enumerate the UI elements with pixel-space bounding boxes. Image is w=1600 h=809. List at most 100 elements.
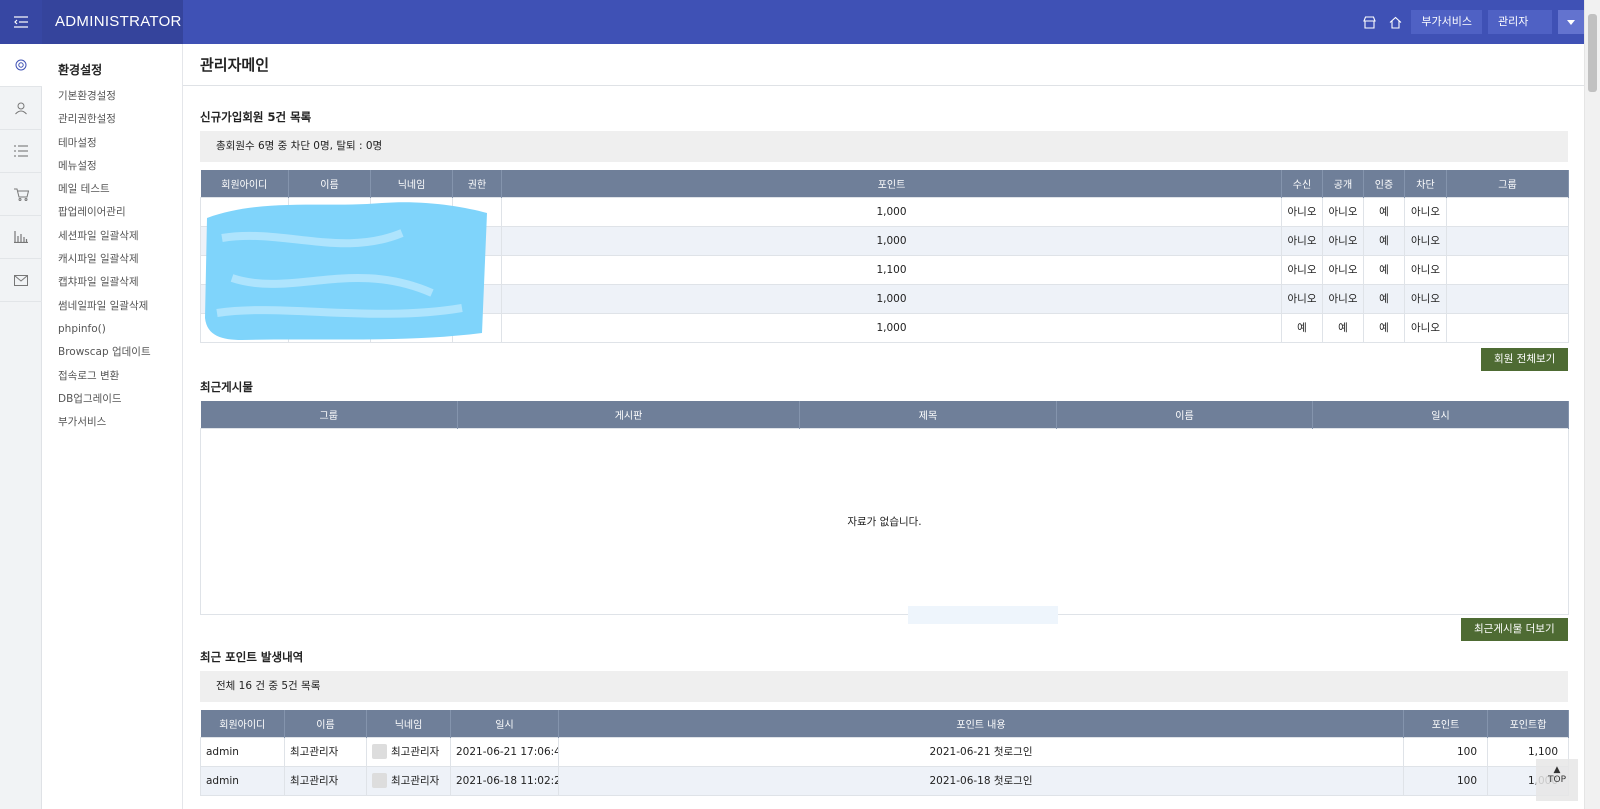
name-cell: 최고관리자 [284, 736, 367, 767]
avatar [372, 773, 387, 789]
column-header[interactable]: 닉네임 [370, 170, 453, 197]
table-cell: 예 [1363, 254, 1405, 285]
recent-posts-table: 그룹 게시판 제목 이름 일시 자료가 없습니다. [200, 401, 1569, 615]
scroll-top-button[interactable]: ▲ TOP [1536, 759, 1578, 801]
list-icon [14, 145, 28, 157]
submenu-item[interactable]: phpinfo() [58, 318, 182, 341]
column-header[interactable]: 포인트 [1403, 710, 1488, 737]
submenu-item[interactable]: 팝업레이어관리 [58, 201, 182, 224]
content-cell: 2021-06-21 첫로그인 [558, 736, 1404, 767]
rail-item-shop[interactable] [0, 173, 42, 216]
column-header[interactable]: 이름 [1056, 401, 1313, 428]
table-cell: 예 [1363, 196, 1405, 227]
submenu-item[interactable]: 캡챠파일 일괄삭제 [58, 271, 182, 294]
rail-item-stats[interactable] [0, 216, 42, 259]
avatar [372, 744, 387, 760]
column-header[interactable]: 공개 [1322, 170, 1364, 197]
table-cell: 아니오 [1281, 225, 1323, 256]
column-header[interactable]: 회원아이디 [200, 170, 289, 197]
redaction-scribble [205, 202, 487, 340]
submenu-item[interactable]: 기본환경설정 [58, 85, 182, 108]
column-header[interactable]: 제목 [799, 401, 1057, 428]
chevron-down-icon[interactable] [1558, 10, 1584, 34]
submenu-item[interactable]: 세션파일 일괄삭제 [58, 225, 182, 248]
table-cell [1446, 225, 1569, 256]
rail-item-settings[interactable] [0, 44, 42, 87]
submenu-item[interactable]: DB업그레이드 [58, 388, 182, 411]
mail-icon [14, 274, 28, 286]
empty-row: 자료가 없습니다. [200, 427, 1569, 615]
member-id-cell: admin [200, 736, 285, 767]
submenu-item[interactable]: Browscap 업데이트 [58, 341, 182, 364]
page-scrollbar[interactable] [1584, 0, 1600, 809]
content-cell: 2021-06-18 첫로그인 [558, 765, 1404, 796]
submenu-item[interactable]: 메일 테스트 [58, 178, 182, 201]
submenu-item[interactable]: 관리권한설정 [58, 108, 182, 131]
column-header[interactable]: 수신 [1281, 170, 1323, 197]
column-header[interactable]: 권한 [452, 170, 502, 197]
submenu-item[interactable]: 캐시파일 일괄삭제 [58, 248, 182, 271]
view-all-members-button[interactable]: 회원 전체보기 [1481, 348, 1569, 371]
user-icon [15, 102, 27, 115]
table-cell: 예 [1363, 283, 1405, 314]
left-icon-rail [0, 44, 42, 809]
addon-service-button[interactable]: 부가서비스 [1411, 10, 1482, 34]
column-header[interactable]: 인증 [1363, 170, 1405, 197]
table-row[interactable]: admin 최고관리자 최고관리자 2021-06-18 11:02:26 2021-0… [200, 765, 1569, 796]
table-cell: 예 [1363, 225, 1405, 256]
column-header[interactable]: 차단 [1404, 170, 1447, 197]
home-icon[interactable] [1385, 12, 1405, 32]
table-cell: 아니오 [1281, 196, 1323, 227]
rail-item-board[interactable] [0, 130, 42, 173]
point-cell: 1,100 [501, 254, 1282, 285]
column-header[interactable]: 포인트 내용 [558, 710, 1404, 737]
table-cell [1446, 254, 1569, 285]
column-header[interactable]: 이름 [288, 170, 371, 197]
column-header[interactable]: 그룹 [200, 401, 458, 428]
brand-title[interactable]: ADMINISTRATOR [42, 0, 183, 44]
table-row[interactable]: admin 최고관리자 최고관리자 2021-06-21 17:06:41 2021-0… [200, 736, 1569, 767]
table-cell: 아니오 [1322, 225, 1364, 256]
point-cell: 1,000 [501, 196, 1282, 227]
rail-item-members[interactable] [0, 87, 42, 130]
column-header[interactable]: 그룹 [1446, 170, 1569, 197]
table-cell: 아니오 [1404, 196, 1447, 227]
nick-cell: 최고관리자 [366, 736, 451, 767]
shop-icon[interactable] [1359, 12, 1379, 32]
submenu-item[interactable]: 썸네일파일 일괄삭제 [58, 295, 182, 318]
table-cell: 아니오 [1281, 283, 1323, 314]
points-table: 회원아이디 이름 닉네임 일시 포인트 내용 포인트 포인트합 admin 최고관리자 최고관리… [200, 710, 1569, 796]
table-cell: 아니오 [1322, 196, 1364, 227]
rail-item-mail[interactable] [0, 259, 42, 302]
submenu-item[interactable]: 부가서비스 [58, 411, 182, 434]
gear-icon [15, 59, 27, 71]
new-members-summary: 총회원수 6명 중 차단 0명, 탈퇴 : 0명 [200, 131, 1568, 162]
column-header[interactable]: 회원아이디 [200, 710, 285, 737]
table-cell [1446, 196, 1569, 227]
more-posts-button[interactable]: 최근게시물 더보기 [1461, 618, 1568, 641]
point-cell: 100 [1403, 736, 1488, 767]
submenu-item[interactable]: 테마설정 [58, 132, 182, 155]
submenu-item[interactable]: 메뉴설정 [58, 155, 182, 178]
admin-menu-button[interactable]: 관리자 [1488, 10, 1552, 34]
member-id-cell: admin [200, 765, 285, 796]
table-cell [1446, 312, 1569, 343]
column-header[interactable]: 일시 [1312, 401, 1569, 428]
nick-cell: 최고관리자 [366, 765, 451, 796]
table-cell: 아니오 [1281, 254, 1323, 285]
column-header[interactable]: 포인트 [501, 170, 1282, 197]
submenu-title: 환경설정 [58, 63, 103, 77]
column-header[interactable]: 게시판 [457, 401, 800, 428]
column-header[interactable]: 일시 [450, 710, 559, 737]
column-header[interactable]: 이름 [284, 710, 367, 737]
top-bar: ADMINISTRATOR 부가서비스 관리자 [0, 0, 1584, 44]
menu-toggle-icon[interactable] [0, 0, 42, 44]
arrow-up-icon: ▲ [1553, 765, 1561, 775]
table-cell: 아니오 [1404, 225, 1447, 256]
column-header[interactable]: 포인트합 [1487, 710, 1569, 737]
table-cell: 아니오 [1322, 254, 1364, 285]
table-cell [1446, 283, 1569, 314]
main-content: 관리자메인 신규가입회원 5건 목록 총회원수 6명 중 차단 0명, 탈퇴 :… [183, 44, 1584, 809]
submenu-item[interactable]: 접속로그 변환 [58, 365, 182, 388]
column-header[interactable]: 닉네임 [366, 710, 451, 737]
